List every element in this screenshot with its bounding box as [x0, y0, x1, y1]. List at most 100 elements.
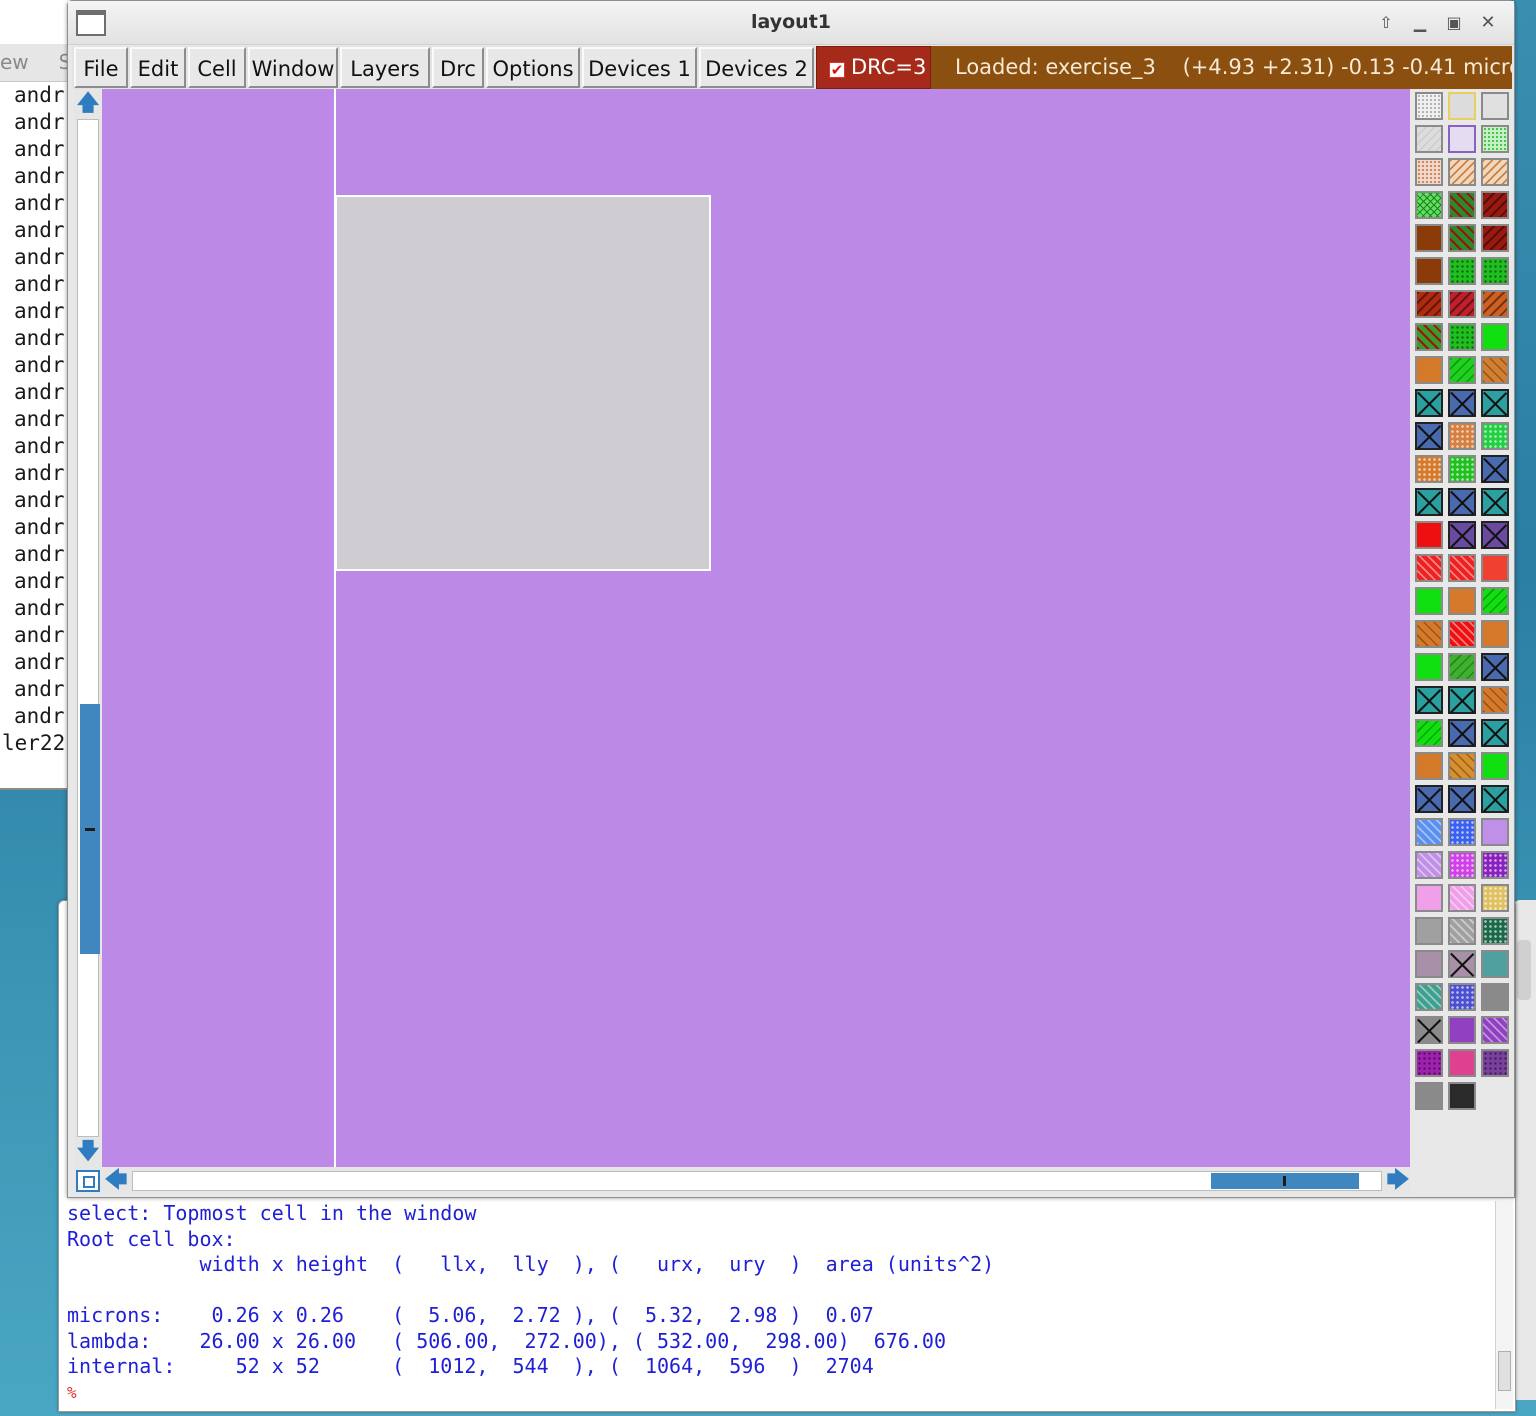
layer-swatch[interactable]: [1415, 521, 1443, 549]
layer-swatch[interactable]: [1448, 719, 1476, 747]
menu-devices-1[interactable]: Devices 1: [582, 47, 697, 88]
layer-swatch[interactable]: [1415, 1016, 1443, 1044]
layer-swatch[interactable]: [1415, 224, 1443, 252]
layer-swatch[interactable]: [1448, 653, 1476, 681]
layer-swatch[interactable]: [1415, 917, 1443, 945]
layer-swatch[interactable]: [1448, 554, 1476, 582]
layer-swatch[interactable]: [1448, 587, 1476, 615]
layer-swatch[interactable]: [1448, 785, 1476, 813]
layer-swatch[interactable]: [1481, 785, 1509, 813]
layer-swatch[interactable]: [1481, 686, 1509, 714]
layer-swatch[interactable]: [1448, 686, 1476, 714]
layer-swatch[interactable]: [1481, 290, 1509, 318]
vertical-scrollbar[interactable]: 🡅 🡇: [74, 89, 102, 1167]
layer-swatch[interactable]: [1448, 1082, 1476, 1110]
layer-swatch[interactable]: [1481, 917, 1509, 945]
layer-swatch[interactable]: [1481, 983, 1509, 1011]
layer-swatch[interactable]: [1415, 587, 1443, 615]
menu-options[interactable]: Options: [486, 47, 580, 88]
layer-swatch[interactable]: [1448, 257, 1476, 285]
layer-swatch[interactable]: [1481, 884, 1509, 912]
layer-swatch[interactable]: [1448, 851, 1476, 879]
console-prompt[interactable]: %: [67, 1380, 1485, 1406]
layer-swatch[interactable]: [1481, 620, 1509, 648]
layer-swatch[interactable]: [1481, 488, 1509, 516]
layer-swatch[interactable]: [1415, 455, 1443, 483]
layer-swatch[interactable]: [1481, 92, 1509, 120]
layer-swatch[interactable]: [1481, 323, 1509, 351]
background-menu-item[interactable]: ew: [0, 50, 29, 74]
scroll-up-arrow-icon[interactable]: 🡅: [76, 91, 100, 117]
scroll-down-arrow-icon[interactable]: 🡇: [76, 1139, 100, 1165]
layer-swatch[interactable]: [1481, 1016, 1509, 1044]
layer-swatch[interactable]: [1415, 422, 1443, 450]
layer-swatch[interactable]: [1481, 257, 1509, 285]
layer-swatch[interactable]: [1415, 686, 1443, 714]
keep-above-button[interactable]: ⇧: [1372, 8, 1400, 36]
layer-swatch[interactable]: [1481, 191, 1509, 219]
layer-swatch[interactable]: [1448, 521, 1476, 549]
layer-swatch[interactable]: [1415, 884, 1443, 912]
background-scrollbar[interactable]: [1517, 940, 1531, 1000]
layer-swatch[interactable]: [1448, 191, 1476, 219]
layer-swatch[interactable]: [1415, 125, 1443, 153]
layer-swatch[interactable]: [1481, 422, 1509, 450]
horizontal-scroll-trough[interactable]: [132, 1171, 1382, 1191]
zoom-box-icon[interactable]: [76, 1170, 100, 1192]
layer-swatch[interactable]: [1448, 455, 1476, 483]
layer-swatch[interactable]: [1448, 917, 1476, 945]
layer-swatch[interactable]: [1415, 554, 1443, 582]
minimize-button[interactable]: ▁: [1406, 8, 1434, 36]
layer-swatch[interactable]: [1481, 521, 1509, 549]
drc-checkbox[interactable]: ✔: [829, 62, 845, 78]
layer-swatch[interactable]: [1415, 719, 1443, 747]
horizontal-scrollbar[interactable]: 🡄 🡆: [74, 1167, 1410, 1195]
layer-swatch[interactable]: [1448, 224, 1476, 252]
vertical-scroll-thumb[interactable]: [80, 704, 100, 954]
layer-swatch[interactable]: [1415, 752, 1443, 780]
close-button[interactable]: ✕: [1474, 8, 1502, 36]
layer-swatch[interactable]: [1448, 488, 1476, 516]
layer-swatch[interactable]: [1481, 851, 1509, 879]
layer-swatch[interactable]: [1481, 719, 1509, 747]
scroll-right-arrow-icon[interactable]: 🡆: [1386, 1168, 1410, 1194]
menu-cell[interactable]: Cell: [188, 47, 246, 88]
console-scroll-thumb[interactable]: [1498, 1351, 1511, 1391]
layer-swatch[interactable]: [1448, 884, 1476, 912]
layer-swatch[interactable]: [1415, 1082, 1443, 1110]
layer-swatch[interactable]: [1415, 488, 1443, 516]
layer-swatch[interactable]: [1415, 851, 1443, 879]
layer-swatch[interactable]: [1415, 290, 1443, 318]
layer-swatch[interactable]: [1481, 356, 1509, 384]
layer-swatch[interactable]: [1415, 191, 1443, 219]
layer-swatch[interactable]: [1481, 950, 1509, 978]
layer-swatch[interactable]: [1415, 620, 1443, 648]
menu-edit[interactable]: Edit: [130, 47, 186, 88]
layer-swatch[interactable]: [1481, 554, 1509, 582]
layout-canvas[interactable]: [102, 89, 1410, 1167]
layer-swatch[interactable]: [1415, 92, 1443, 120]
layer-swatch[interactable]: [1481, 158, 1509, 186]
horizontal-scroll-thumb[interactable]: [1211, 1173, 1359, 1189]
layer-swatch[interactable]: [1481, 587, 1509, 615]
layer-swatch[interactable]: [1415, 653, 1443, 681]
layer-swatch[interactable]: [1415, 356, 1443, 384]
layer-swatch[interactable]: [1481, 752, 1509, 780]
maximize-button[interactable]: ▣: [1440, 8, 1468, 36]
layer-swatch[interactable]: [1415, 818, 1443, 846]
layer-swatch[interactable]: [1448, 290, 1476, 318]
layer-swatch[interactable]: [1448, 983, 1476, 1011]
console-scrollbar[interactable]: [1495, 1201, 1513, 1409]
menu-layers[interactable]: Layers: [340, 47, 430, 88]
menu-file[interactable]: File: [74, 47, 128, 88]
vertical-scroll-trough[interactable]: [77, 119, 100, 1137]
layer-swatch[interactable]: [1448, 818, 1476, 846]
layer-swatch[interactable]: [1448, 1049, 1476, 1077]
layer-swatch[interactable]: [1415, 785, 1443, 813]
menu-window[interactable]: Window: [248, 47, 338, 88]
layer-swatch[interactable]: [1481, 455, 1509, 483]
scroll-left-arrow-icon[interactable]: 🡄: [104, 1168, 128, 1194]
layer-swatch[interactable]: [1481, 1049, 1509, 1077]
layer-swatch[interactable]: [1415, 983, 1443, 1011]
layer-swatch[interactable]: [1415, 389, 1443, 417]
